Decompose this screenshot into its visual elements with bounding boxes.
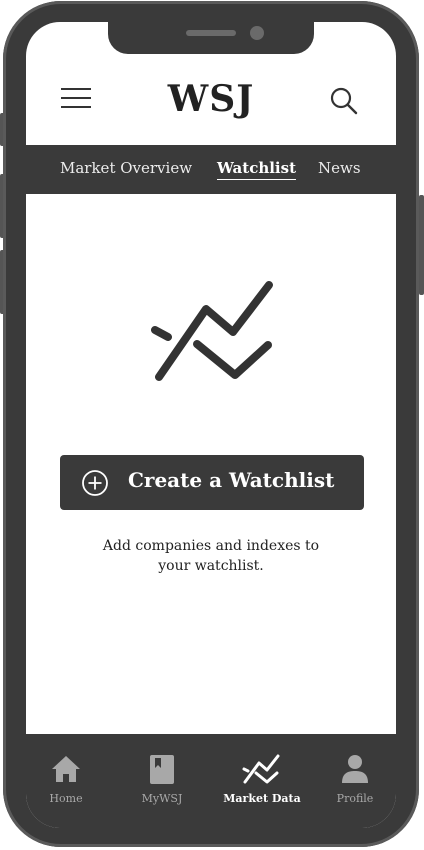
phone-mockup: WSJ Market Overview Watchlist News Creat…	[0, 0, 424, 850]
search-icon[interactable]	[329, 86, 359, 116]
menu-line	[61, 97, 91, 99]
front-camera	[250, 26, 264, 40]
notch	[108, 22, 314, 54]
nav-label: Profile	[336, 792, 374, 805]
tab-news[interactable]: News	[318, 159, 361, 177]
nav-label: MyWSJ	[141, 792, 183, 805]
section-tab-bar: Market Overview Watchlist News	[26, 145, 396, 194]
plus-circle-icon	[81, 469, 109, 497]
app-header: WSJ	[26, 66, 396, 144]
chart-trend-icon	[151, 277, 276, 387]
nav-label: Market Data	[223, 792, 301, 805]
menu-line	[61, 106, 91, 108]
phone-screen: WSJ Market Overview Watchlist News Creat…	[26, 22, 396, 828]
nav-item-market-data[interactable]: Market Data	[222, 754, 302, 818]
chart-trend-icon	[242, 754, 280, 784]
bookmark-book-icon	[150, 755, 174, 784]
create-watchlist-button[interactable]: Create a Watchlist	[60, 455, 364, 510]
tab-watchlist[interactable]: Watchlist	[217, 159, 296, 180]
nav-label: Home	[49, 792, 83, 805]
nav-item-home[interactable]: Home	[26, 754, 106, 818]
user-icon	[342, 755, 368, 783]
home-icon	[52, 756, 80, 782]
hamburger-menu-icon[interactable]	[61, 86, 93, 114]
create-watchlist-label: Create a Watchlist	[128, 468, 335, 492]
menu-line	[61, 88, 91, 90]
empty-state-helper-text: Add companies and indexes to your watchl…	[102, 538, 320, 574]
brand-logo[interactable]: WSJ	[131, 77, 291, 121]
speaker-grill	[186, 30, 236, 36]
nav-item-mywsj[interactable]: MyWSJ	[122, 754, 202, 818]
tab-market-overview[interactable]: Market Overview	[60, 159, 192, 177]
bottom-navigation: Home MyWSJ Market Data Profile	[26, 734, 396, 828]
power-button	[419, 195, 424, 295]
nav-item-profile[interactable]: Profile	[315, 754, 395, 818]
